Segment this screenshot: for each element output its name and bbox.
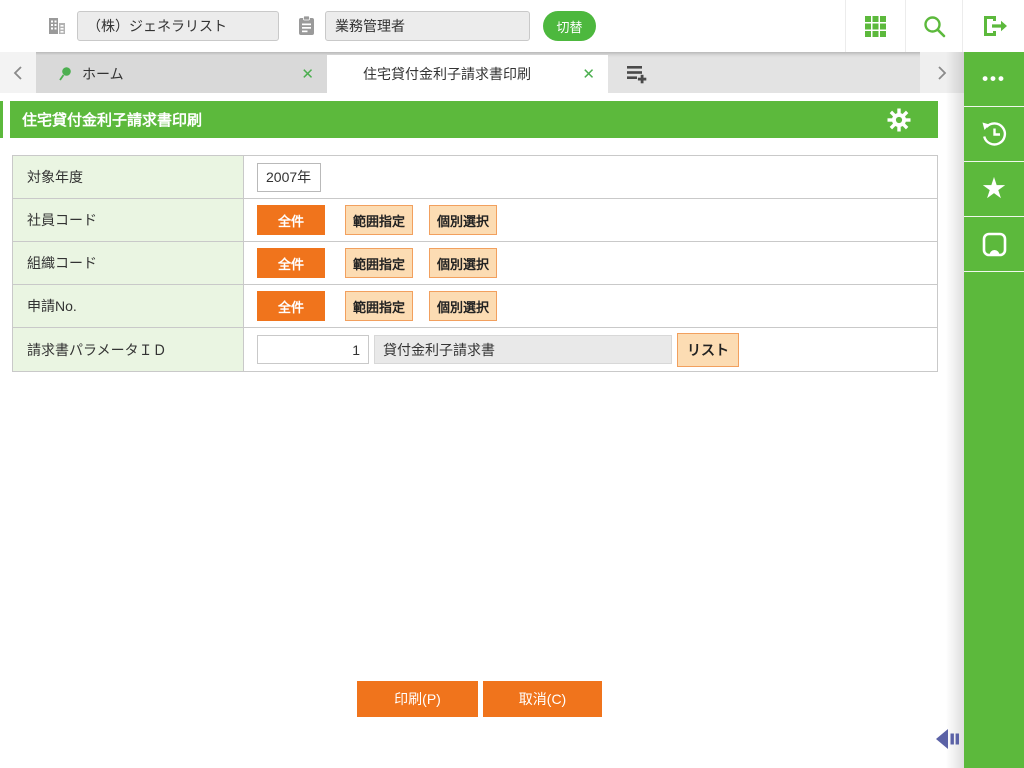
tab-home[interactable]: ホーム ✕ [36, 55, 327, 93]
search-button[interactable] [905, 0, 962, 52]
app-menu-button[interactable] [845, 0, 905, 52]
page-title: 住宅貸付金利子請求書印刷 [22, 112, 203, 129]
switch-button[interactable]: 切替 [543, 11, 596, 41]
page-title-bar: 住宅貸付金利子請求書印刷 [10, 101, 938, 138]
sidebar-inbox-button[interactable] [964, 217, 1024, 272]
employee-code-all-button[interactable]: 全件 [257, 205, 325, 235]
sidebar-favorites-button[interactable]: ★ [964, 162, 1024, 217]
collapse-arrow-icon [934, 727, 962, 751]
print-criteria-table: 対象年度 社員コード 全件 範囲指定 個別選択 組織コード 全件 範囲指定 個別… [12, 155, 938, 372]
invoice-parameter-name-field [374, 335, 672, 364]
company-building-icon [46, 15, 68, 37]
tab-home-close-icon[interactable]: ✕ [301, 65, 314, 83]
table-row-invoice-parameter-id: 請求書パラメータＩＤ リスト [13, 328, 937, 371]
parameter-list-button[interactable]: リスト [677, 332, 739, 367]
application-no-individual-button[interactable]: 個別選択 [429, 291, 497, 321]
target-year-label: 対象年度 [13, 156, 244, 198]
chevron-right-icon [935, 64, 949, 82]
ellipsis-icon: ••• [982, 69, 1006, 88]
application-no-range-button[interactable]: 範囲指定 [345, 291, 413, 321]
pin-icon [56, 66, 73, 83]
inbox-tray-icon [980, 230, 1009, 259]
tab-scroll-left-button[interactable] [0, 52, 36, 93]
table-row-target-year: 対象年度 [13, 156, 937, 199]
history-icon [978, 118, 1010, 150]
tab-bar: ホーム ✕ 住宅貸付金利子請求書印刷 ✕ [0, 52, 964, 93]
title-bar-edge-sliver [0, 101, 3, 138]
role-clipboard-icon [297, 15, 316, 37]
search-icon [922, 14, 947, 39]
grid-icon [864, 15, 887, 38]
star-icon: ★ [981, 172, 1007, 205]
employee-code-individual-button[interactable]: 個別選択 [429, 205, 497, 235]
sidebar-history-button[interactable] [964, 107, 1024, 162]
top-bar: 切替 [0, 0, 1024, 52]
application-no-all-button[interactable]: 全件 [257, 291, 325, 321]
sidebar-more-button[interactable]: ••• [964, 52, 1024, 107]
print-button[interactable]: 印刷(P) [357, 681, 478, 717]
right-sidebar: ••• ★ [964, 52, 1024, 768]
tab-invoice-print-close-icon[interactable]: ✕ [582, 65, 595, 83]
org-code-individual-button[interactable]: 個別選択 [429, 248, 497, 278]
tab-scroll-right-button[interactable] [920, 52, 964, 93]
tab-invoice-print-label: 住宅貸付金利子請求書印刷 [363, 66, 531, 82]
role-input[interactable] [325, 11, 530, 41]
table-row-application-no: 申請No. 全件 範囲指定 個別選択 [13, 285, 937, 328]
tab-bar-empty-space [664, 52, 920, 93]
content-edge-shadow [946, 52, 964, 768]
footer-action-buttons: 印刷(P) 取消(C) [357, 681, 602, 717]
org-code-all-button[interactable]: 全件 [257, 248, 325, 278]
logout-icon [980, 14, 1008, 38]
table-row-employee-code: 社員コード 全件 範囲指定 個別選択 [13, 199, 937, 242]
org-code-range-button[interactable]: 範囲指定 [345, 248, 413, 278]
application-no-label: 申請No. [13, 285, 244, 327]
tab-home-label: ホーム [82, 66, 124, 82]
employee-code-range-button[interactable]: 範囲指定 [345, 205, 413, 235]
chevron-left-icon [11, 64, 25, 82]
new-tab-icon [625, 64, 648, 84]
new-tab-button[interactable] [608, 55, 664, 93]
cancel-button[interactable]: 取消(C) [483, 681, 602, 717]
invoice-parameter-id-label: 請求書パラメータＩＤ [13, 328, 244, 371]
settings-gear-icon[interactable] [887, 108, 911, 132]
table-row-org-code: 組織コード 全件 範囲指定 個別選択 [13, 242, 937, 285]
org-code-label: 組織コード [13, 242, 244, 284]
target-year-input[interactable] [257, 162, 321, 192]
invoice-parameter-id-input[interactable] [257, 335, 369, 364]
sidebar-collapse-handle[interactable] [934, 727, 962, 751]
employee-code-label: 社員コード [13, 199, 244, 241]
company-input[interactable] [77, 11, 279, 41]
tab-invoice-print[interactable]: 住宅貸付金利子請求書印刷 ✕ [327, 55, 608, 93]
logout-button[interactable] [962, 0, 1024, 52]
